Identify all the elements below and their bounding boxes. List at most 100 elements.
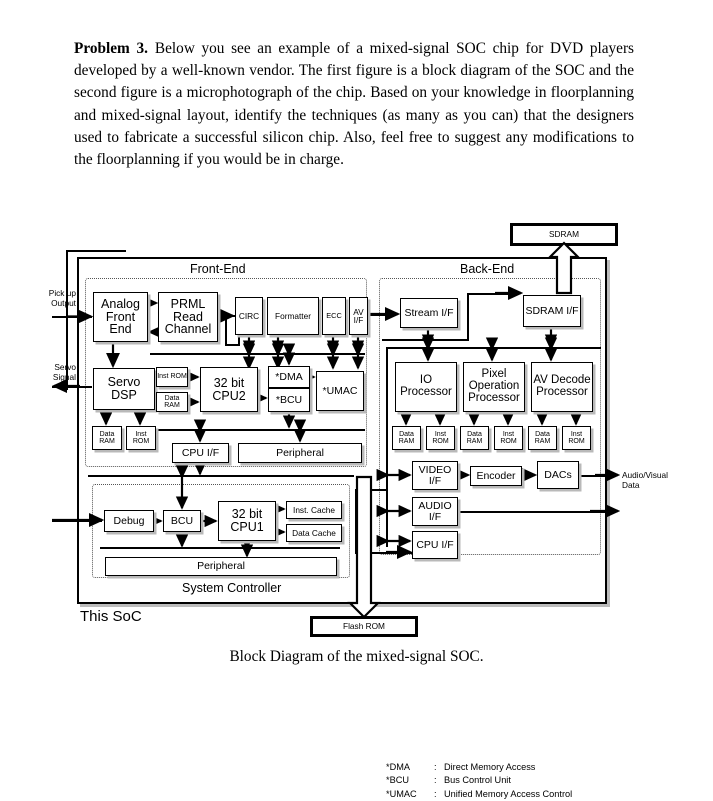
backend-to-sdram-if-horizontal xyxy=(467,293,519,296)
cpu-if-feed-horizontal xyxy=(355,552,412,555)
cpu-if-back-end-label: CPU I/F xyxy=(416,538,454,551)
inst-rom-pixel-block: Inst ROM xyxy=(494,426,523,450)
inst-rom-cpu2-block: Inst ROM xyxy=(156,367,188,387)
data-ram-pixel-block: Data RAM xyxy=(460,426,489,450)
bcu-system-controller-block: BCU xyxy=(163,510,201,532)
servo-dsp-block: Servo DSP xyxy=(93,368,155,410)
av-decode-processor-label: AV Decode Processor xyxy=(533,374,591,398)
data-ram-pixel-label: Data RAM xyxy=(466,430,483,445)
umac-block: *UMAC xyxy=(316,371,364,411)
data-ram-cpu2-block: Data RAM xyxy=(156,392,188,412)
block-diagram-figure: SDRAM Flash ROM Front-End Back-End Syste… xyxy=(0,205,713,799)
cpu1-block: 32 bit CPU1 xyxy=(218,501,276,541)
bcu-front-end-label: *BCU xyxy=(275,393,303,406)
this-soc-label: This SoC xyxy=(80,608,142,625)
inst-cache-block: Inst. Cache xyxy=(286,501,342,519)
back-end-left-rail xyxy=(386,347,389,547)
ecc-label: ECC xyxy=(326,311,342,321)
dacs-output-line xyxy=(579,475,610,478)
problem-label: Problem 3. xyxy=(74,40,148,57)
inst-rom-cpu2-label: Inst ROM xyxy=(157,373,187,381)
data-ram-io-block: Data RAM xyxy=(392,426,421,450)
legend-key: *DMA xyxy=(386,762,410,772)
backend-lower-feed xyxy=(382,339,469,342)
io-processor-label: IO Processor xyxy=(400,374,452,398)
back-end-title: Back-End xyxy=(460,262,515,276)
peripheral-system-controller-label: Peripheral xyxy=(197,560,245,573)
formatter-block: Formatter xyxy=(267,297,319,335)
front-end-upper-bus xyxy=(150,353,365,356)
cpu2-block: 32 bit CPU2 xyxy=(200,367,258,412)
external-sdram-label: SDRAM xyxy=(549,229,579,240)
bcu-front-end-block: *BCU xyxy=(268,388,310,412)
pickup-output-label: Pick up Output xyxy=(48,288,76,308)
av-if-to-stream-if-line xyxy=(368,314,396,317)
problem-body: Below you see an example of a mixed-sign… xyxy=(74,40,635,168)
inst-rom-av-label: Inst ROM xyxy=(568,430,585,445)
data-cache-label: Data Cache xyxy=(292,527,336,538)
dacs-block: DACs xyxy=(537,461,579,489)
legend-value: Direct Memory Access xyxy=(444,762,536,772)
cpu-if-front-end-block: CPU I/F xyxy=(172,443,229,463)
cpu-if-back-end-block: CPU I/F xyxy=(412,531,458,559)
data-ram-servo-block: Data RAM xyxy=(92,426,122,450)
av-if-block: AV I/F xyxy=(349,297,368,335)
sdram-if-block: SDRAM I/F xyxy=(523,295,581,327)
video-if-label: VIDEO I/F xyxy=(418,463,452,487)
inst-rom-io-block: Inst ROM xyxy=(426,426,455,450)
inst-rom-servo-label: Inst ROM xyxy=(132,430,150,445)
bcu-system-controller-label: BCU xyxy=(170,514,194,527)
umac-label: *UMAC xyxy=(322,384,358,397)
cpu1-label: 32 bit CPU1 xyxy=(230,507,264,534)
io-processor-block: IO Processor xyxy=(395,362,457,412)
legend-colon: : xyxy=(434,788,437,799)
inst-rom-io-label: Inst ROM xyxy=(432,430,449,445)
audio-if-label: AUDIO I/F xyxy=(418,499,452,523)
encoder-label: Encoder xyxy=(476,469,516,482)
system-controller-lower-bus xyxy=(100,547,340,550)
data-ram-servo-label: Data RAM xyxy=(99,430,115,445)
pixel-operation-processor-block: Pixel Operation Processor xyxy=(463,362,525,412)
dacs-label: DACs xyxy=(544,468,572,481)
data-ram-io-label: Data RAM xyxy=(398,430,415,445)
prml-read-channel-label: PRML Read Channel xyxy=(164,296,212,337)
encoder-block: Encoder xyxy=(470,466,522,486)
av-if-label: AV I/F xyxy=(353,306,364,325)
data-ram-cpu2-label: Data RAM xyxy=(164,394,180,409)
debug-block: Debug xyxy=(104,510,154,532)
cpu2-label: 32 bit CPU2 xyxy=(212,375,246,403)
figure-caption: Block Diagram of the mixed-signal SOC. xyxy=(229,648,484,665)
analog-front-end-block: Analog Front End xyxy=(93,292,148,342)
inst-rom-pixel-label: Inst ROM xyxy=(500,430,517,445)
servo-dsp-label: Servo DSP xyxy=(107,375,141,402)
cpu-if-feed-vertical xyxy=(355,489,358,553)
pickup-input-line xyxy=(52,316,92,319)
legend-key: *BCU xyxy=(386,775,409,786)
data-ram-av-block: Data RAM xyxy=(528,426,557,450)
inst-rom-av-block: Inst ROM xyxy=(562,426,591,450)
video-if-block: VIDEO I/F xyxy=(412,461,458,490)
dma-label: *DMA xyxy=(275,370,303,383)
data-cache-block: Data Cache xyxy=(286,524,342,542)
problem-statement: Problem 3. Below you see an example of a … xyxy=(74,38,634,171)
stream-if-block: Stream I/F xyxy=(400,298,458,328)
audio-visual-data-label: Audio/Visual Data xyxy=(622,470,668,490)
stream-if-label: Stream I/F xyxy=(404,306,454,319)
pixel-operation-processor-label: Pixel Operation Processor xyxy=(468,368,520,404)
inst-rom-servo-block: Inst ROM xyxy=(126,426,156,450)
prml-tap-return xyxy=(225,344,240,346)
legend-value: Bus Control Unit xyxy=(444,775,511,786)
prml-tap-vertical xyxy=(225,315,227,345)
external-sdram-block: SDRAM xyxy=(510,223,618,246)
formatter-label: Formatter xyxy=(275,310,311,321)
audio-if-block: AUDIO I/F xyxy=(412,497,458,526)
circ-label: CIRC xyxy=(238,310,260,321)
peripheral-front-end-block: Peripheral xyxy=(238,443,362,463)
external-flash-rom-block: Flash ROM xyxy=(310,616,418,637)
cpu-if-front-end-label: CPU I/F xyxy=(181,446,220,459)
dma-block: *DMA xyxy=(268,366,310,388)
soc-top-feed xyxy=(66,250,126,253)
abbreviation-legend: *DMA : Direct Memory Access *BCU : Bus C… xyxy=(386,761,572,801)
system-controller-title: System Controller xyxy=(182,581,282,595)
servo-signal-label: Servo Signal xyxy=(52,362,76,382)
